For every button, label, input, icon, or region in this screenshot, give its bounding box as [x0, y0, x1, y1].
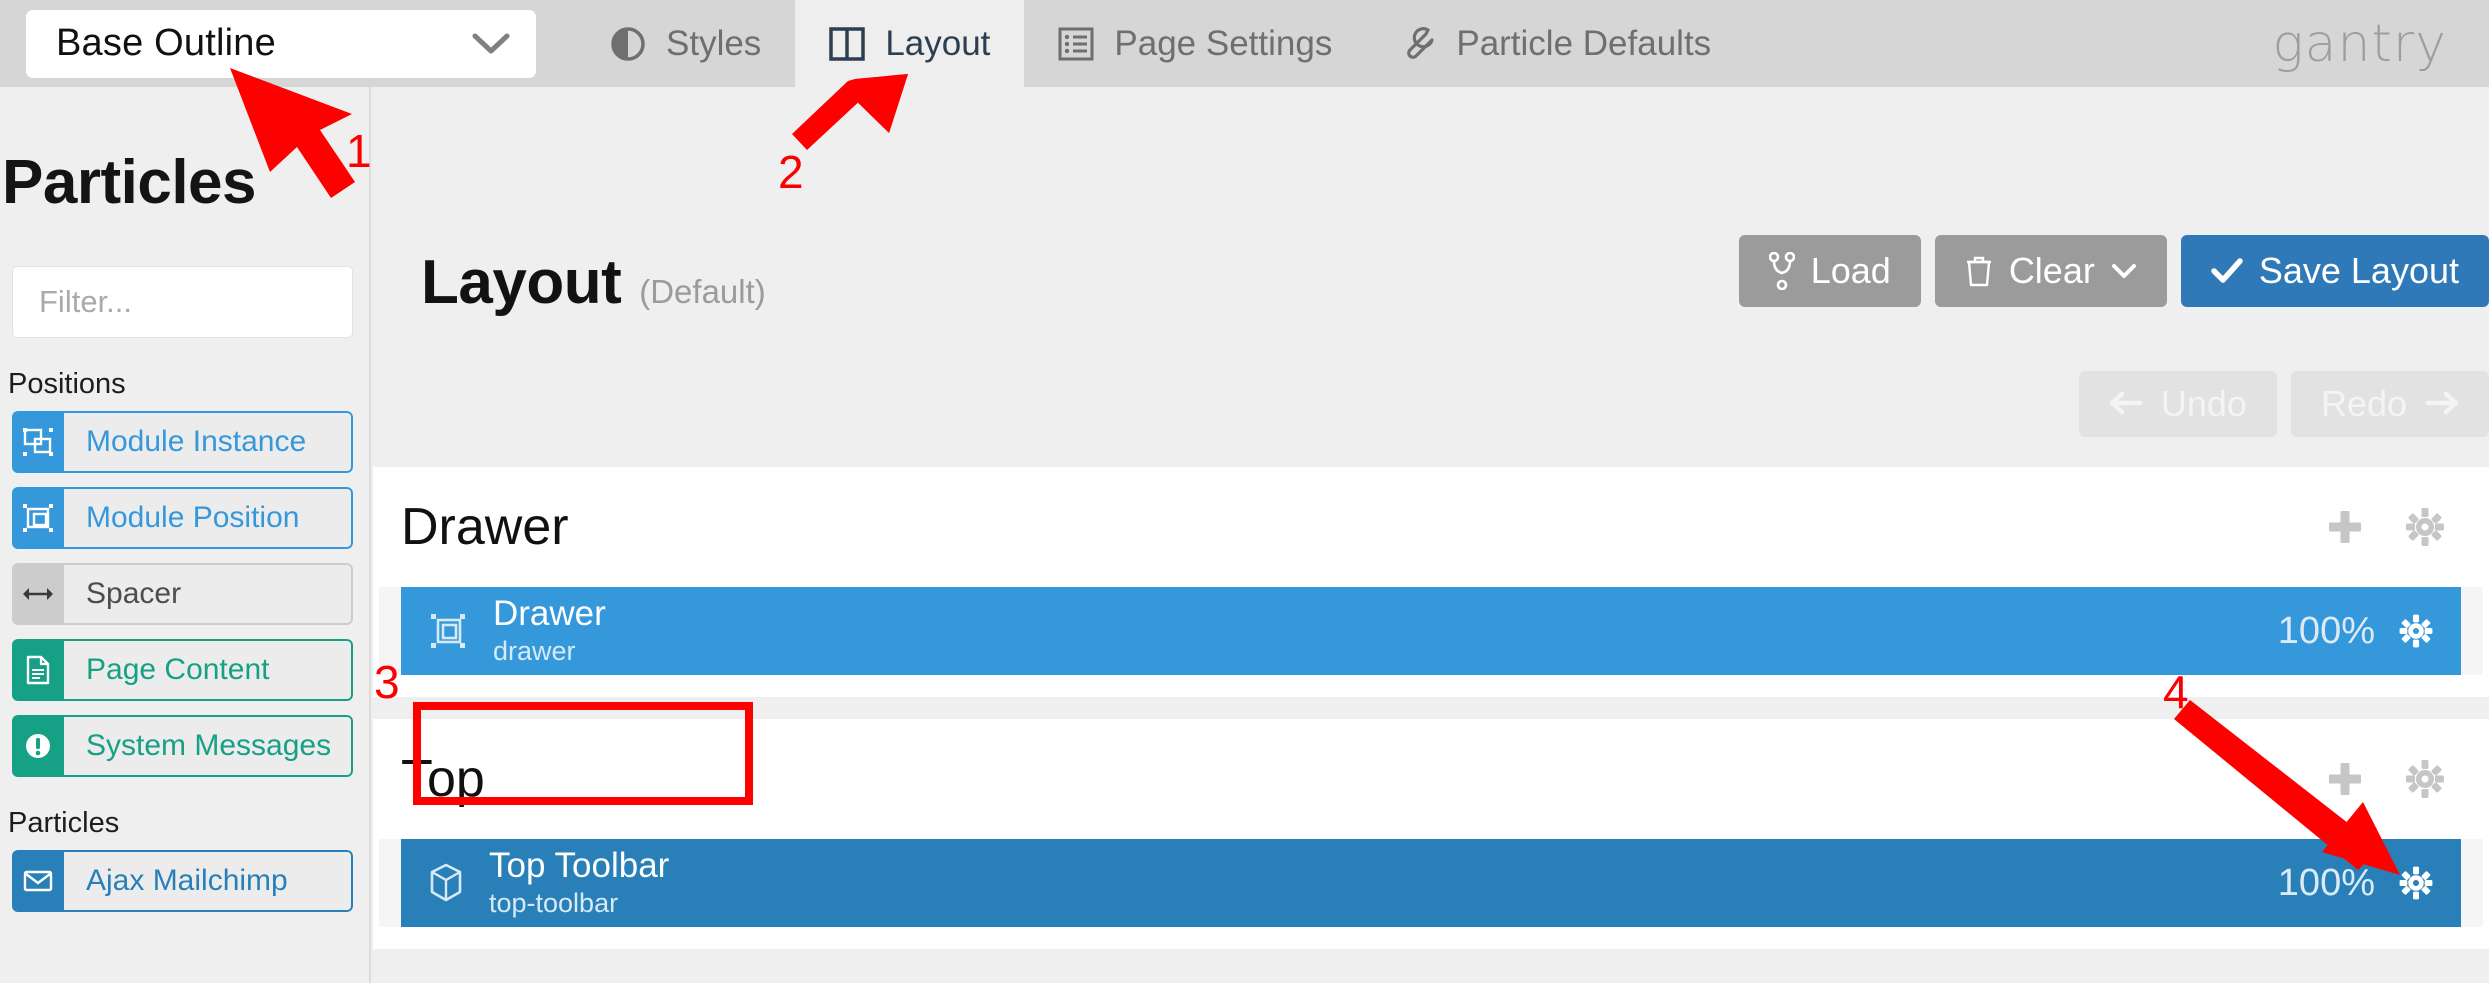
module-position-icon	[12, 487, 64, 549]
check-icon	[2211, 258, 2243, 284]
exclamation-icon	[12, 715, 64, 777]
redo-button-label: Redo	[2320, 383, 2407, 424]
layout-actions: Load Clear Save Layout	[1738, 235, 2489, 307]
tab-particle-defaults[interactable]: Particle Defaults	[1366, 0, 1745, 87]
sidebar-item-ajax-mailchimp[interactable]: Ajax Mailchimp	[12, 850, 353, 912]
sidebar-item-label: Module Instance	[64, 411, 353, 473]
tab-page-settings-label: Page Settings	[1114, 23, 1333, 63]
sidebar-group-title-positions: Positions	[8, 368, 126, 400]
document-icon	[12, 639, 64, 701]
sidebar-item-spacer[interactable]: Spacer	[12, 563, 353, 625]
cube-icon	[429, 863, 463, 903]
save-layout-button[interactable]: Save Layout	[2180, 235, 2489, 307]
layout-row-percent: 100%	[2277, 609, 2375, 652]
layout-row-drawer[interactable]: Drawer drawer 100%	[401, 587, 2461, 675]
undo-button[interactable]: Undo	[2078, 371, 2277, 437]
module-position-icon	[429, 612, 467, 650]
trash-icon	[1965, 254, 1993, 288]
envelope-icon	[12, 850, 64, 912]
layout-row-drawer-left: Drawer drawer	[429, 594, 606, 667]
tab-styles[interactable]: Styles	[576, 0, 795, 87]
columns-icon	[829, 26, 866, 61]
app-root: Base Outline Styles Layout Page Settings…	[0, 0, 2489, 983]
layout-row-top-toolbar-left: Top Toolbar top-toolbar	[429, 846, 670, 919]
plus-icon[interactable]	[2323, 505, 2367, 549]
gear-icon[interactable]	[2403, 505, 2447, 549]
layout-row-drawer-right: 100%	[2278, 610, 2435, 653]
wrench-icon	[1400, 26, 1436, 62]
layout-row-top-toolbar-text: Top Toolbar top-toolbar	[489, 846, 670, 919]
gantry-logo: gantry	[2272, 13, 2447, 74]
sidebar-item-label: Module Position	[64, 487, 353, 549]
outline-selector[interactable]: Base Outline	[26, 9, 536, 78]
load-button[interactable]: Load	[1738, 235, 1921, 307]
section-drawer-tools	[2323, 505, 2447, 549]
gear-icon[interactable]	[2397, 864, 2435, 902]
section-drawer: Drawer Drawer drawer 100%	[373, 467, 2489, 697]
section-drawer-title: Drawer	[401, 498, 569, 556]
gear-icon[interactable]	[2403, 757, 2447, 801]
filter-field[interactable]	[12, 266, 369, 338]
clear-button[interactable]: Clear	[1934, 235, 2167, 307]
section-top-tools	[2323, 757, 2447, 801]
section-top: Top Top Toolbar top-toolbar 100%	[373, 719, 2489, 949]
module-instance-icon	[12, 411, 64, 473]
main-content: Layout (Default) Load Clear Save Layout …	[373, 87, 2489, 983]
tab-page-settings[interactable]: Page Settings	[1024, 0, 1366, 87]
tab-layout[interactable]: Layout	[795, 0, 1025, 87]
sidebar-item-label: Spacer	[64, 563, 353, 625]
sidebar-item-system-messages[interactable]: System Messages	[12, 715, 353, 777]
sidebar-item-label: Ajax Mailchimp	[64, 850, 353, 912]
tab-styles-label: Styles	[666, 23, 762, 63]
page-subtitle: (Default)	[639, 273, 766, 310]
tab-layout-label: Layout	[885, 23, 991, 63]
sidebar: Particles Positions Module Instance Modu…	[0, 87, 371, 983]
section-drawer-body: Drawer drawer 100%	[379, 587, 2483, 675]
layout-row-key: top-toolbar	[489, 888, 619, 919]
plus-icon[interactable]	[2323, 757, 2367, 801]
load-button-label: Load	[1810, 250, 1891, 291]
layout-row-name: Top Toolbar	[489, 846, 670, 886]
code-fork-icon	[1768, 252, 1795, 290]
sidebar-item-label: System Messages	[64, 715, 353, 777]
list-icon	[1058, 27, 1094, 61]
layout-row-name: Drawer	[493, 594, 606, 634]
section-top-header: Top	[373, 719, 2489, 831]
layout-row-drawer-text: Drawer drawer	[493, 594, 606, 667]
filter-input[interactable]	[39, 284, 369, 320]
sidebar-title: Particles	[2, 148, 257, 217]
redo-button[interactable]: Redo	[2290, 371, 2489, 437]
save-layout-button-label: Save Layout	[2258, 250, 2459, 291]
outline-selector-value: Base Outline	[56, 22, 276, 64]
sidebar-item-label: Page Content	[64, 639, 353, 701]
chevron-down-icon	[2111, 262, 2137, 280]
sidebar-group-title-particles: Particles	[8, 807, 120, 839]
tab-particle-defaults-label: Particle Defaults	[1456, 23, 1712, 63]
section-drawer-header: Drawer	[373, 467, 2489, 579]
arrows-horizontal-icon	[12, 563, 64, 625]
layout-row-top-toolbar[interactable]: Top Toolbar top-toolbar 100%	[401, 839, 2461, 927]
top-bar: Base Outline Styles Layout Page Settings…	[0, 0, 2489, 87]
page-title: Layout (Default)	[421, 247, 766, 318]
page-title-text: Layout	[421, 248, 622, 317]
contrast-icon	[610, 26, 646, 62]
undo-button-label: Undo	[2160, 383, 2247, 424]
layout-row-top-toolbar-right: 100%	[2278, 862, 2435, 905]
layout-row-key: drawer	[493, 636, 576, 667]
history-controls: Undo Redo	[2078, 371, 2489, 437]
sidebar-item-page-content[interactable]: Page Content	[12, 639, 353, 701]
section-top-body: Top Toolbar top-toolbar 100%	[379, 839, 2483, 927]
section-top-title: Top	[401, 750, 485, 808]
arrow-left-icon	[2109, 383, 2143, 425]
sidebar-item-module-position[interactable]: Module Position	[12, 487, 353, 549]
arrow-right-icon	[2425, 383, 2459, 425]
nav-tabs: Styles Layout Page Settings Particle Def…	[576, 0, 1745, 87]
gear-icon[interactable]	[2397, 612, 2435, 650]
sidebar-item-module-instance[interactable]: Module Instance	[12, 411, 353, 473]
layout-row-percent: 100%	[2277, 861, 2375, 904]
layout-sections: Drawer Drawer drawer 100% Top Top Toolba…	[373, 467, 2489, 971]
clear-button-label: Clear	[2008, 250, 2095, 291]
chevron-down-icon	[472, 32, 510, 56]
